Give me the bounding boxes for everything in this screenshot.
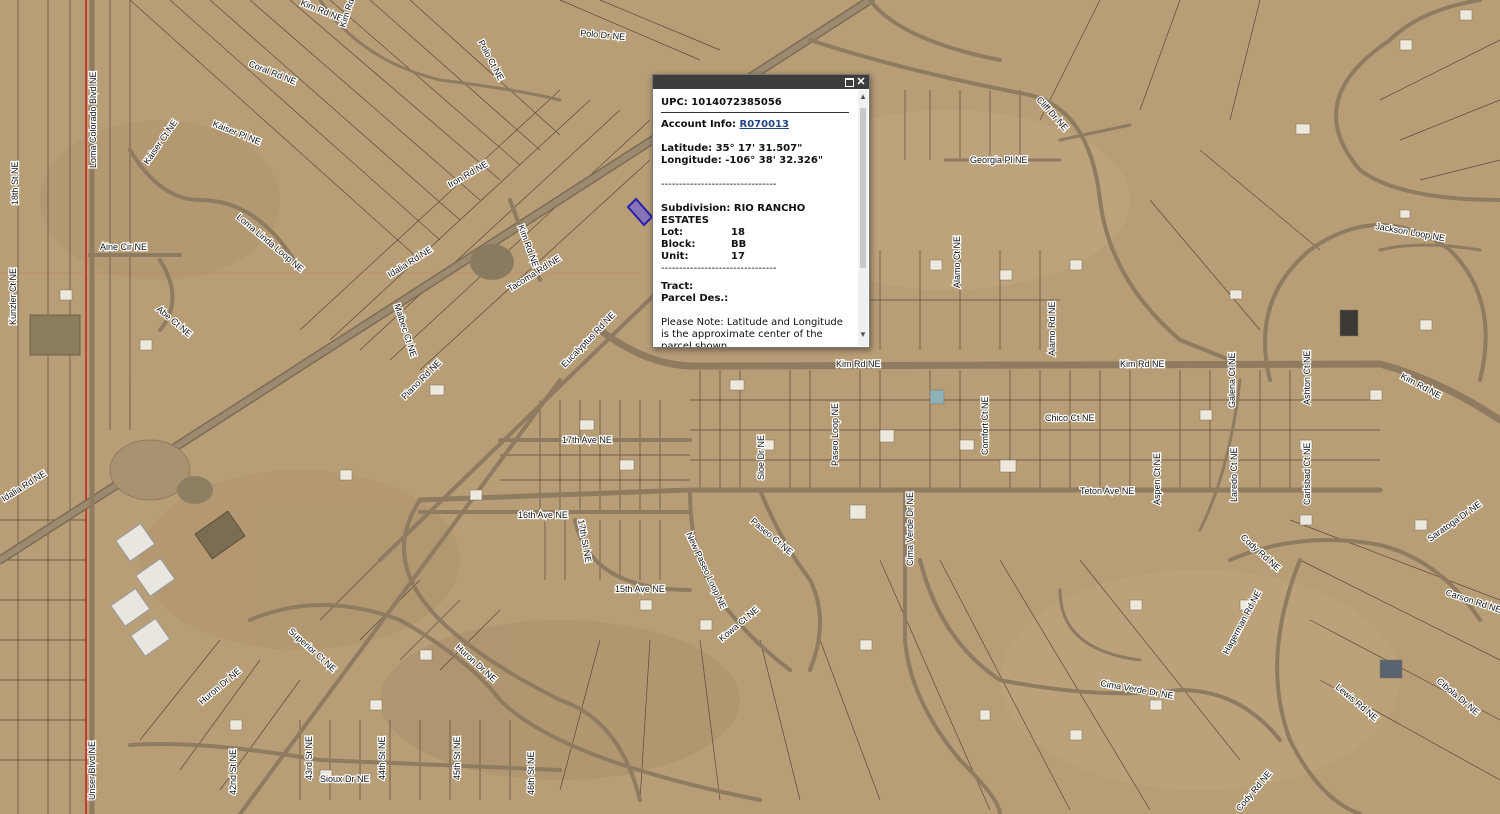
street-label: Paseo Loop NE — [830, 403, 840, 466]
street-label: Laredo Ct NE — [1229, 447, 1239, 502]
street-label: 18th St NE — [10, 161, 20, 205]
street-label: 45th St NE — [452, 736, 462, 780]
upc-label: UPC: — [661, 97, 688, 108]
street-label: Kim Rd NE — [1120, 359, 1165, 369]
street-label: Teton Ave NE — [1080, 486, 1134, 496]
street-label: 16th Ave NE — [518, 510, 568, 520]
popup-titlebar[interactable]: ✕ — [653, 75, 869, 89]
maximize-icon[interactable] — [843, 75, 855, 89]
street-label: 46th St NE — [526, 751, 536, 795]
unit-label: Unit: — [661, 251, 689, 262]
parcel-des-label: Parcel Des.: — [661, 293, 729, 304]
popup-scrollbar[interactable]: ▲ ▼ — [858, 90, 868, 346]
street-label: Loma Colorado Blvd NE — [88, 71, 98, 168]
block-value: BB — [731, 239, 747, 250]
unit-row: Unit: 17 — [661, 251, 849, 263]
upc-row: UPC: 1014072385056 — [661, 97, 849, 109]
street-label: Cima Verde Dr NE — [905, 492, 915, 566]
tract-row: Tract: — [661, 281, 849, 293]
parcel-des-row: Parcel Des.: — [661, 293, 849, 305]
longitude-value: -106° 38' 32.326" — [725, 155, 824, 166]
street-label: Alamo Rd NE — [1047, 301, 1057, 356]
longitude-row: Longitude: -106° 38' 32.326" — [661, 155, 849, 167]
account-link[interactable]: R070013 — [740, 119, 789, 130]
upc-value: 1014072385056 — [691, 97, 782, 108]
street-label: 42nd St NE — [228, 749, 238, 795]
account-row: Account Info: R070013 — [661, 119, 849, 131]
street-label: Sioux Dr NE — [320, 774, 370, 784]
street-label: Comfort Ct NE — [980, 396, 990, 455]
street-label: 17th Ave NE — [562, 435, 612, 445]
street-label: Georgia Pl NE — [970, 155, 1028, 165]
close-icon[interactable]: ✕ — [855, 75, 867, 89]
dashed-divider: -------------------------------- — [661, 263, 777, 274]
popup-divider-rule — [661, 112, 849, 113]
scroll-thumb[interactable] — [860, 108, 866, 268]
block-row: Block: BB — [661, 239, 849, 251]
lot-value: 18 — [731, 227, 745, 238]
popup-content: UPC: 1014072385056 Account Info: R070013… — [653, 89, 857, 347]
dashed-divider: -------------------------------- — [661, 179, 777, 190]
lot-label: Lot: — [661, 227, 684, 238]
street-label: Aspen Ct NE — [1152, 453, 1162, 505]
street-label: Kunzler Ct NE — [8, 268, 18, 325]
tract-label: Tract: — [661, 281, 694, 292]
unit-value: 17 — [731, 251, 745, 262]
lot-row: Lot: 18 — [661, 227, 849, 239]
street-label: Ashton Ct NE — [1302, 350, 1312, 405]
account-label: Account Info: — [661, 119, 737, 130]
scroll-down-icon[interactable]: ▼ — [859, 330, 867, 340]
latitude-value: 35° 17' 31.507" — [715, 143, 803, 154]
street-label: Chico Ct NE — [1045, 413, 1095, 423]
street-label: Unser Blvd NE — [87, 741, 97, 800]
subdivision-row: Subdivision: RIO RANCHO ESTATES — [661, 203, 849, 227]
latitude-label: Latitude: — [661, 143, 713, 154]
street-label: Sloe Dr NE — [756, 435, 766, 480]
longitude-label: Longitude: — [661, 155, 722, 166]
street-label: Kim Rd NE — [836, 359, 881, 369]
scroll-up-icon[interactable]: ▲ — [859, 92, 867, 102]
street-label: 44th St NE — [377, 736, 387, 780]
street-label: Galena Ct NE — [1227, 352, 1237, 408]
parcel-info-popup: ✕ UPC: 1014072385056 Account Info: R0700… — [652, 74, 870, 348]
location-note: Please Note: Latitude and Longitude is t… — [661, 317, 843, 347]
street-label: 15th Ave NE — [615, 584, 665, 594]
street-label: Alamo Ct NE — [952, 236, 962, 288]
block-label: Block: — [661, 239, 696, 250]
subdivision-label: Subdivision: — [661, 203, 731, 214]
street-label: Carlsbad Ct NE — [1302, 442, 1312, 505]
street-label: Aine Cir NE — [100, 242, 147, 252]
street-label: 43rd St NE — [304, 736, 314, 780]
latitude-row: Latitude: 35° 17' 31.507" — [661, 143, 849, 155]
